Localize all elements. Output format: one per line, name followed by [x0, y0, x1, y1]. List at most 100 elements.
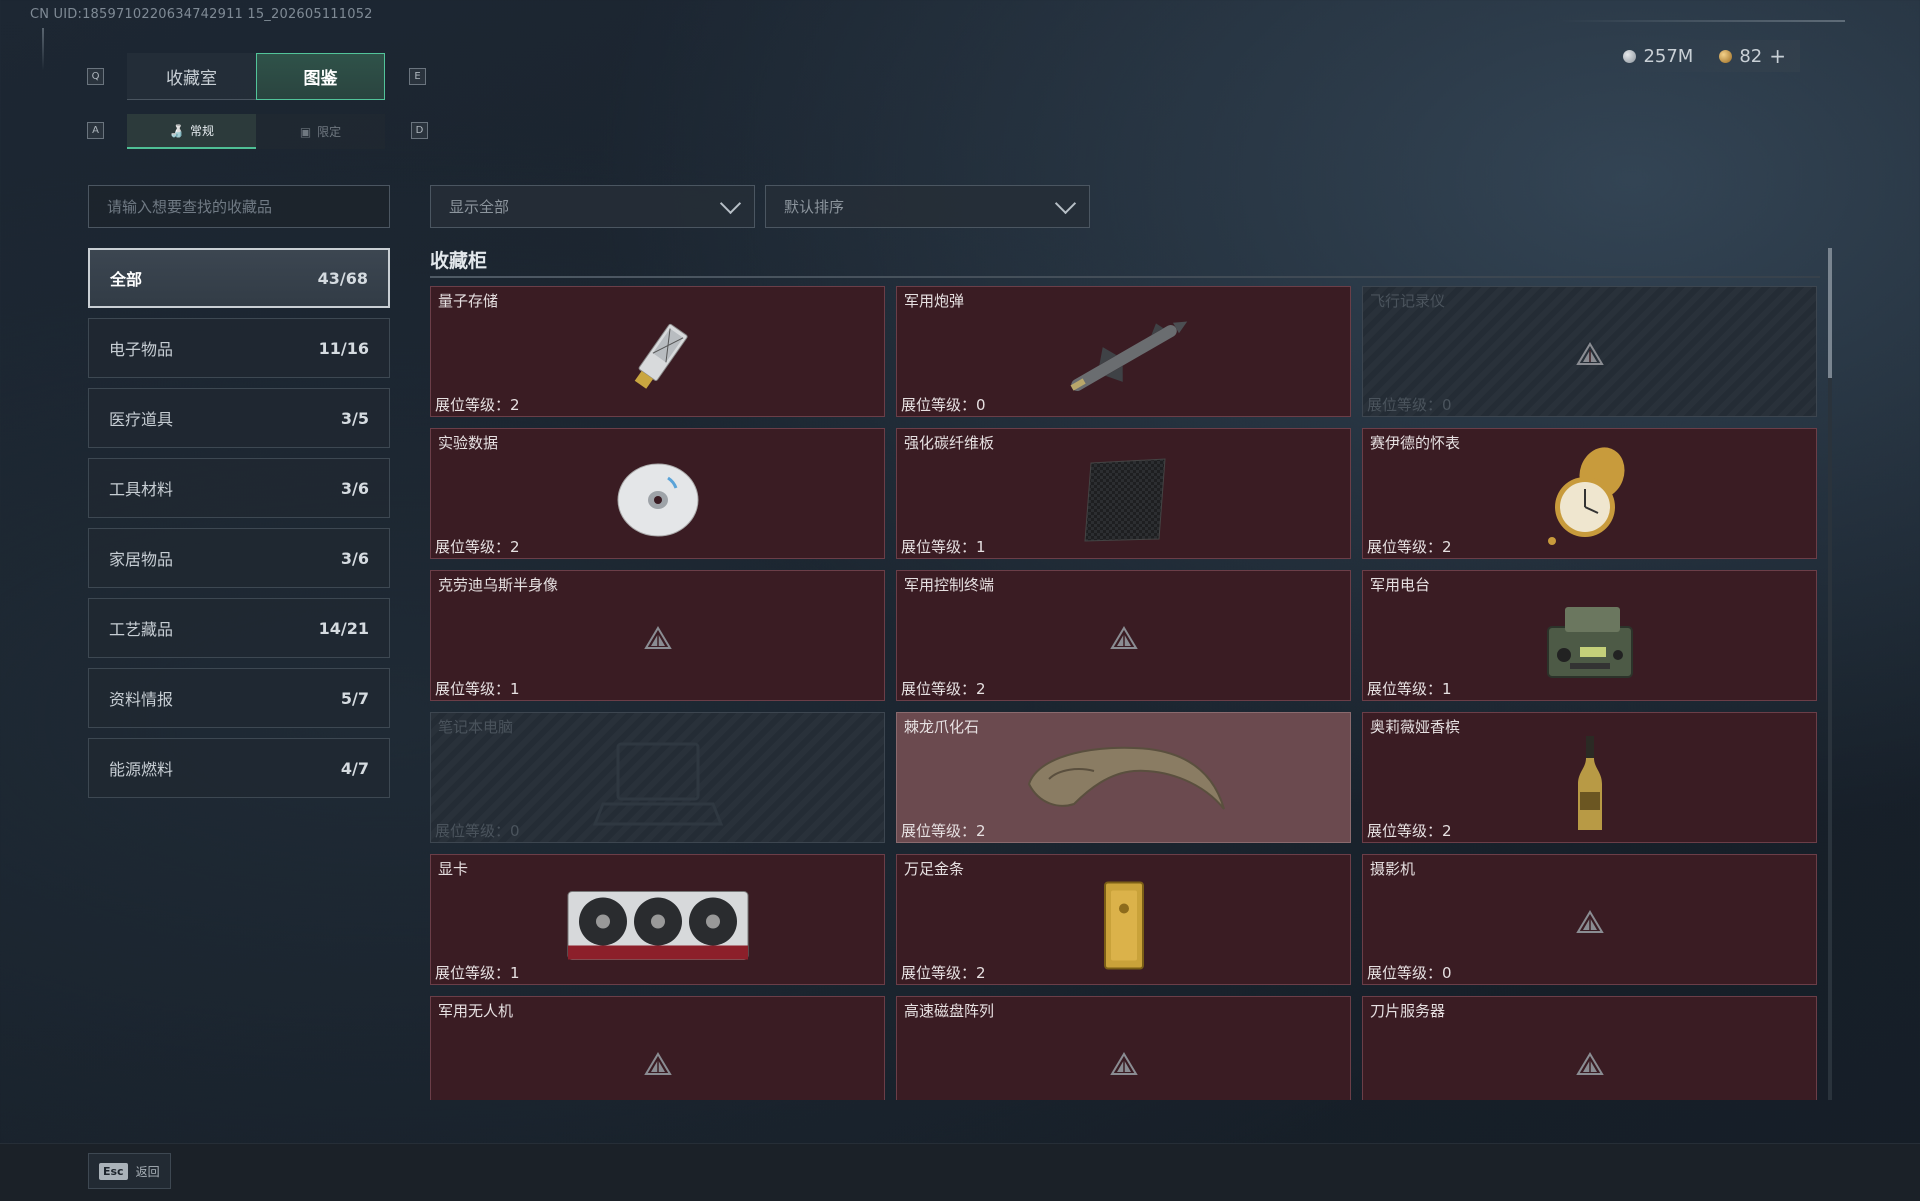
- collection-card[interactable]: 笔记本电脑 展位等级：0: [430, 712, 885, 843]
- category-medical[interactable]: 医疗道具 3/5: [88, 388, 390, 448]
- card-level: 展位等级：0: [901, 396, 986, 414]
- sort-dropdown-value: 默认排序: [784, 198, 845, 216]
- disc-icon: [613, 460, 703, 540]
- category-count: 14/21: [318, 618, 369, 638]
- placeholder-icon: [1575, 342, 1604, 366]
- category-label: 工具材料: [109, 480, 174, 499]
- category-crafts[interactable]: 工艺藏品 14/21: [88, 598, 390, 658]
- collection-card[interactable]: 刀片服务器: [1362, 996, 1817, 1100]
- card-name: 军用控制终端: [904, 576, 995, 594]
- collection-card[interactable]: 实验数据 展位等级：2: [430, 428, 885, 559]
- card-level: 展位等级：2: [435, 396, 520, 414]
- collection-grid: 量子存储 展位等级：2 军用炮弹 展位等级：0 飞行记录仪 展位等级：0 实验数据 展位等级：…: [430, 286, 1820, 1100]
- card-level: 展位等级：1: [901, 538, 986, 556]
- category-electronics[interactable]: 电子物品 11/16: [88, 318, 390, 378]
- chevron-down-icon: [719, 192, 742, 214]
- champagne-icon: [1570, 734, 1610, 834]
- card-name: 笔记本电脑: [438, 718, 514, 736]
- main-tabs: 收藏室 图鉴: [127, 53, 385, 100]
- category-label: 医疗道具: [109, 410, 174, 429]
- category-label: 能源燃料: [109, 760, 174, 779]
- category-count: 4/7: [340, 758, 369, 778]
- collection-grid-viewport: 量子存储 展位等级：2 军用炮弹 展位等级：0 飞行记录仪 展位等级：0 实验数据 展位等级：…: [430, 286, 1820, 1100]
- filter-dropdown[interactable]: 显示全部: [430, 185, 755, 228]
- card-name: 奥莉薇娅香槟: [1370, 718, 1461, 736]
- card-name: 军用无人机: [438, 1002, 514, 1020]
- silver-currency: 257M: [1623, 46, 1693, 67]
- tab-limited[interactable]: ▣ 限定: [256, 114, 385, 149]
- collection-card[interactable]: 赛伊德的怀表 展位等级：2: [1362, 428, 1817, 559]
- card-name: 军用炮弹: [904, 292, 965, 310]
- collection-card[interactable]: 摄影机展位等级：0: [1362, 854, 1817, 985]
- card-level: 展位等级：2: [1367, 538, 1452, 556]
- category-intel[interactable]: 资料情报 5/7: [88, 668, 390, 728]
- card-name: 高速磁盘阵列: [904, 1002, 995, 1020]
- filter-dropdown-value: 显示全部: [449, 198, 510, 216]
- collection-card[interactable]: 棘龙爪化石 展位等级：2: [896, 712, 1351, 843]
- key-hint-q: Q: [87, 68, 104, 85]
- placeholder-icon: [643, 626, 672, 650]
- uid-text: CN UID:1859710220634742911 15_2026051110…: [30, 7, 373, 22]
- category-count: 3/5: [340, 408, 369, 428]
- frame-icon: ▣: [299, 124, 312, 139]
- card-name: 量子存储: [438, 292, 499, 310]
- placeholder-icon: [1575, 1052, 1604, 1076]
- category-count: 3/6: [340, 548, 369, 568]
- collection-card[interactable]: 军用炮弹展位等级：0: [896, 286, 1351, 417]
- tab-regular-label: 常规: [189, 124, 214, 138]
- sort-dropdown[interactable]: 默认排序: [765, 185, 1090, 228]
- chevron-down-icon: [1054, 192, 1077, 214]
- card-level: 展位等级：2: [1367, 822, 1452, 840]
- tab-regular[interactable]: 🍶 常规: [127, 114, 256, 149]
- card-name: 赛伊德的怀表: [1370, 434, 1461, 452]
- missile-icon: [1049, 308, 1199, 408]
- collection-card[interactable]: 军用无人机: [430, 996, 885, 1100]
- card-name: 刀片服务器: [1370, 1002, 1446, 1020]
- silver-coin-icon: [1623, 49, 1637, 63]
- placeholder-icon: [643, 1052, 672, 1076]
- key-hint-a: A: [87, 122, 104, 139]
- silver-amount: 257M: [1643, 45, 1694, 67]
- collection-card[interactable]: 飞行记录仪展位等级：0: [1362, 286, 1817, 417]
- back-button[interactable]: Esc 返回: [88, 1153, 171, 1189]
- scrollbar-thumb[interactable]: [1828, 248, 1832, 378]
- scrollbar[interactable]: [1828, 248, 1832, 1100]
- card-level: 展位等级：0: [1367, 396, 1452, 414]
- collection-card[interactable]: 量子存储展位等级：2: [430, 286, 885, 417]
- category-household[interactable]: 家居物品 3/6: [88, 528, 390, 588]
- card-level: 展位等级：0: [1367, 964, 1452, 982]
- category-fuel[interactable]: 能源燃料 4/7: [88, 738, 390, 798]
- collection-card[interactable]: 奥莉薇娅香槟 展位等级：2: [1362, 712, 1817, 843]
- claw-fossil-icon: [1019, 739, 1229, 829]
- tab-collection-room[interactable]: 收藏室: [127, 53, 256, 100]
- category-tools[interactable]: 工具材料 3/6: [88, 458, 390, 518]
- bottle-icon: 🍶: [169, 123, 184, 138]
- card-level: 展位等级：2: [901, 822, 986, 840]
- collection-card[interactable]: 万足金条 展位等级：2: [896, 854, 1351, 985]
- graphics-card-icon: [563, 883, 753, 968]
- card-level: 展位等级：2: [901, 680, 986, 698]
- footer-bar: [0, 1143, 1920, 1201]
- search-input[interactable]: [105, 196, 373, 217]
- category-label: 电子物品: [109, 340, 174, 359]
- gold-coin-icon: [1719, 49, 1733, 63]
- esc-key-hint: Esc: [99, 1162, 128, 1180]
- collection-card[interactable]: 高速磁盘阵列: [896, 996, 1351, 1100]
- tab-catalog[interactable]: 图鉴: [256, 53, 385, 100]
- collection-card[interactable]: 军用电台 展位等级：1: [1362, 570, 1817, 701]
- card-level: 展位等级：1: [1367, 680, 1452, 698]
- placeholder-icon: [1575, 910, 1604, 934]
- collection-card[interactable]: 克劳迪乌斯半身像 展位等级：1: [430, 570, 885, 701]
- add-currency-button[interactable]: +: [1769, 44, 1786, 68]
- collection-card[interactable]: 强化碳纤维板 展位等级：1: [896, 428, 1351, 559]
- card-name: 飞行记录仪: [1370, 292, 1446, 310]
- category-all[interactable]: 全部 43/68: [88, 248, 390, 308]
- card-level: 展位等级：1: [435, 680, 520, 698]
- back-label: 返回: [135, 1164, 160, 1179]
- card-level: 展位等级：2: [901, 964, 986, 982]
- section-divider: [430, 276, 1820, 278]
- category-count: 43/68: [317, 268, 368, 288]
- collection-card[interactable]: 军用控制终端 展位等级：2: [896, 570, 1351, 701]
- collection-card[interactable]: 显卡 展位等级：1: [430, 854, 885, 985]
- card-name: 摄影机: [1370, 860, 1416, 878]
